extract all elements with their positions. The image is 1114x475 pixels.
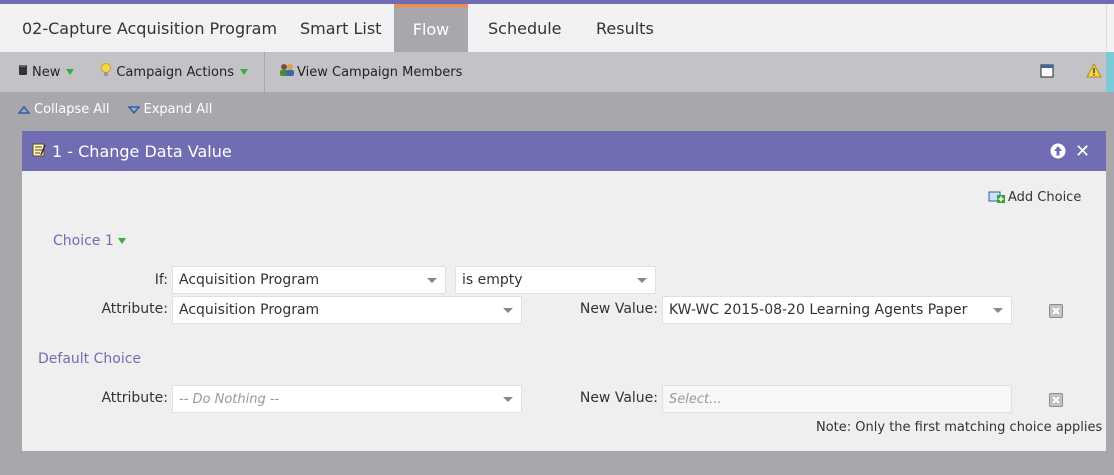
collapse-icon xyxy=(18,105,30,114)
attribute-select[interactable]: Acquisition Program xyxy=(172,296,522,324)
delete-icon xyxy=(1052,307,1060,315)
new-button-label: New xyxy=(32,64,61,80)
new-value-value: KW-WC 2015-08-20 Learning Agents Paper xyxy=(669,302,968,318)
delete-default-button[interactable] xyxy=(1049,393,1063,407)
flow-step-card: 1 - Change Data Value ✕ Add Choice Choic… xyxy=(22,131,1106,451)
tab-results[interactable]: Results xyxy=(576,4,676,52)
move-up-icon[interactable] xyxy=(1050,143,1066,163)
matching-choice-note: Note: Only the first matching choice app… xyxy=(816,420,1103,435)
collapse-all-button[interactable]: Collapse All xyxy=(18,102,110,117)
campaign-actions-button[interactable]: Campaign Actions xyxy=(82,52,256,92)
add-choice-icon xyxy=(988,191,1005,203)
default-choice-label: Default Choice xyxy=(38,351,142,367)
if-label: If: xyxy=(154,272,168,288)
view-campaign-members-button[interactable]: View Campaign Members xyxy=(269,52,470,92)
add-choice-label: Add Choice xyxy=(1008,189,1082,205)
delete-choice-button[interactable] xyxy=(1049,304,1063,318)
view-campaign-members-label: View Campaign Members xyxy=(297,64,463,80)
members-icon xyxy=(279,63,295,81)
toolbar: New Campaign Actions View Campaign Membe… xyxy=(0,52,1114,92)
new-value-label: New Value: xyxy=(579,301,658,317)
flow-controls: Collapse All Expand All xyxy=(18,102,212,117)
if-operator-value: is empty xyxy=(462,272,523,288)
toolbar-edge xyxy=(1106,52,1114,92)
add-choice-button[interactable]: Add Choice xyxy=(988,189,1081,205)
default-new-value-placeholder: Select... xyxy=(669,391,722,407)
chevron-down-icon xyxy=(503,397,513,402)
chevron-down-icon xyxy=(637,278,647,283)
default-attribute-select[interactable]: -- Do Nothing -- xyxy=(172,385,522,413)
flow-step-title: 1 - Change Data Value xyxy=(52,141,232,161)
choice-1-toggle[interactable]: Choice 1 xyxy=(53,233,126,249)
chevron-down-icon xyxy=(427,278,437,283)
tab-smart-list[interactable]: Smart List xyxy=(281,4,394,52)
default-attribute-placeholder: -- Do Nothing -- xyxy=(179,391,280,407)
choice-1-label: Choice 1 xyxy=(53,233,114,249)
if-field-value: Acquisition Program xyxy=(179,272,320,288)
collapse-all-label: Collapse All xyxy=(34,102,110,117)
lightbulb-icon xyxy=(100,63,112,81)
tab-program-name[interactable]: 02-Capture Acquisition Program xyxy=(0,4,281,52)
campaign-actions-label: Campaign Actions xyxy=(116,64,235,80)
new-value-select[interactable]: KW-WC 2015-08-20 Learning Agents Paper xyxy=(662,296,1012,324)
tab-bar: 02-Capture Acquisition Program Smart Lis… xyxy=(0,4,1114,52)
if-field-select[interactable]: Acquisition Program xyxy=(172,266,446,294)
if-operator-select[interactable]: is empty xyxy=(455,266,656,294)
attribute-value: Acquisition Program xyxy=(179,302,320,318)
new-icon xyxy=(18,64,28,80)
toolbar-divider xyxy=(264,52,266,92)
attribute-label: Attribute: xyxy=(101,301,168,317)
chevron-down-icon xyxy=(240,69,249,75)
flow-step-header[interactable]: 1 - Change Data Value xyxy=(22,131,1106,171)
expand-icon xyxy=(127,105,140,114)
default-new-value-select[interactable]: Select... xyxy=(662,385,1012,413)
expand-all-button[interactable]: Expand All xyxy=(127,102,213,117)
new-button[interactable]: New xyxy=(0,52,82,92)
chevron-down-icon xyxy=(503,308,513,313)
close-icon[interactable]: ✕ xyxy=(1075,141,1090,162)
tabbar-edge xyxy=(1106,4,1114,52)
expand-all-label: Expand All xyxy=(143,102,213,117)
default-attribute-label: Attribute: xyxy=(101,390,168,406)
chevron-down-icon xyxy=(993,308,1003,313)
chevron-down-icon xyxy=(66,69,75,75)
default-new-value-label: New Value: xyxy=(579,390,658,406)
delete-icon xyxy=(1052,396,1060,404)
window-icon[interactable] xyxy=(1040,64,1054,82)
warning-icon[interactable] xyxy=(1086,62,1102,82)
flow-step-icon xyxy=(32,142,46,161)
tab-schedule[interactable]: Schedule xyxy=(468,4,576,52)
chevron-down-icon xyxy=(117,238,126,244)
tab-flow[interactable]: Flow xyxy=(394,4,468,52)
